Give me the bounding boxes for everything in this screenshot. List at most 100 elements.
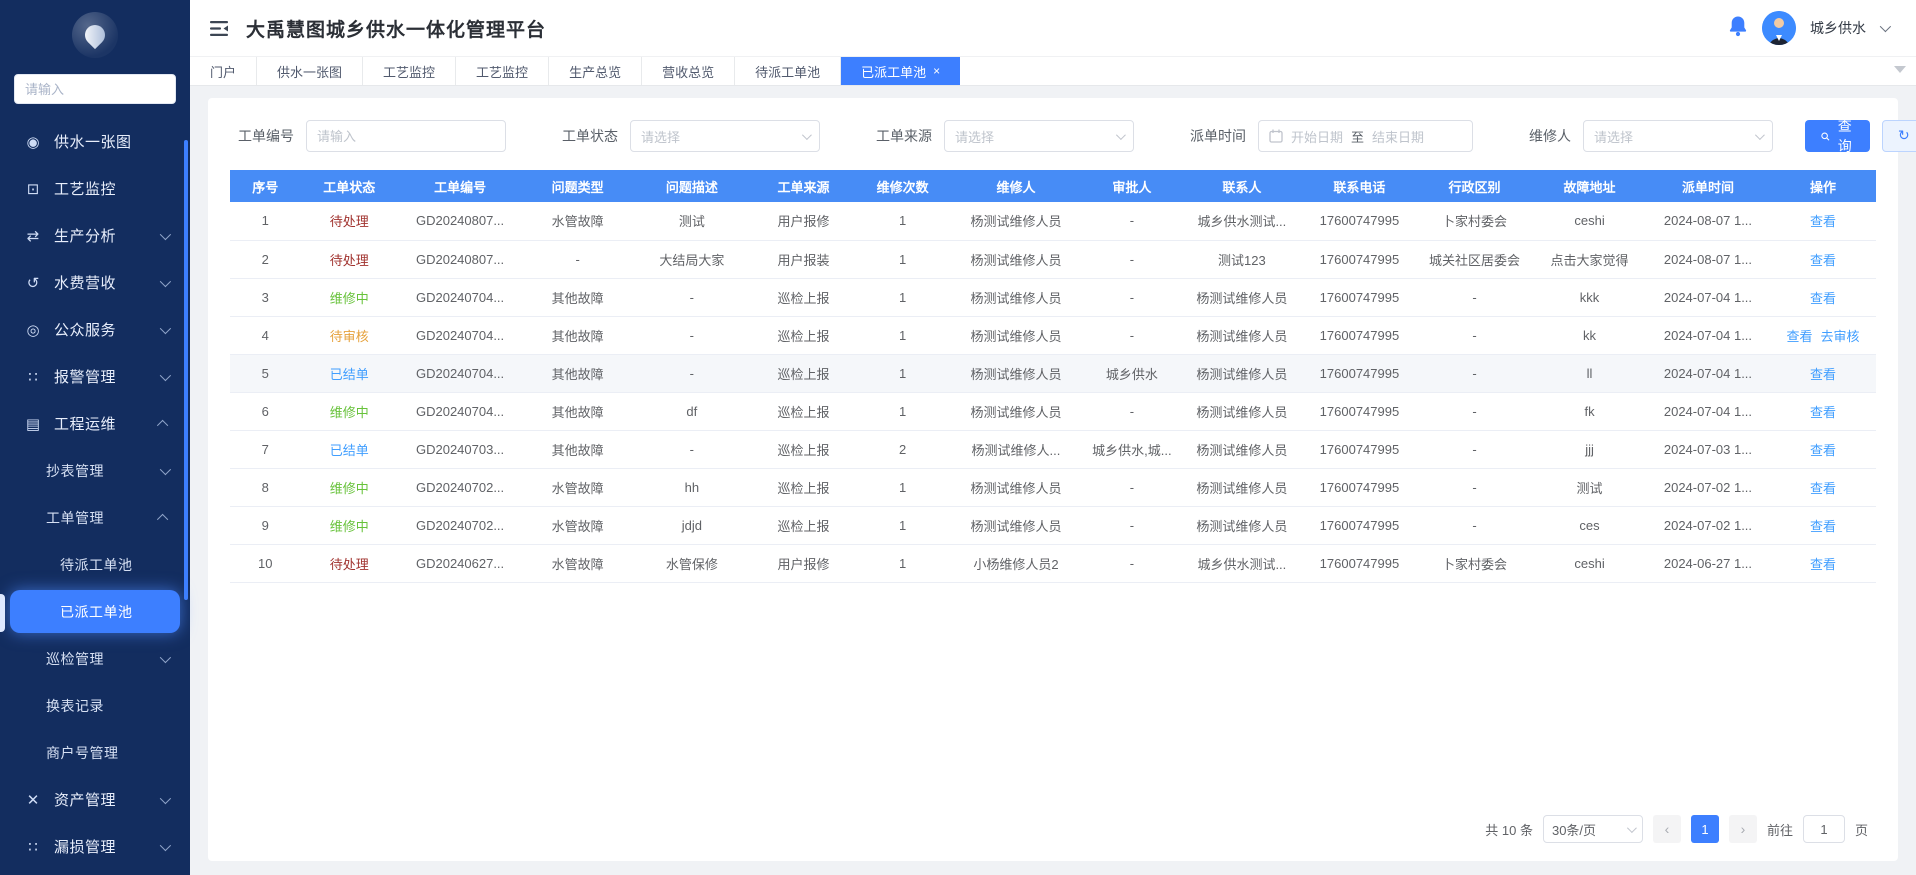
tab-portal[interactable]: 门户 (190, 57, 257, 85)
cell-issue-desc: - (633, 278, 751, 316)
alarm-icon: ∷ (24, 368, 42, 386)
tab-process-monitor-2[interactable]: 工艺监控 (456, 57, 549, 85)
order-source-select[interactable]: 请选择 (944, 120, 1134, 152)
cell-status: 待处理 (301, 544, 398, 582)
column-header: 联系人 (1181, 170, 1304, 202)
cell-dispatch-time: 2024-07-04 1... (1646, 392, 1770, 430)
sidebar-search-input[interactable] (14, 74, 176, 104)
view-link[interactable]: 查看 (1810, 291, 1836, 306)
cell-actions: 查看去审核 (1770, 316, 1876, 354)
cell-district: - (1416, 316, 1534, 354)
tab-supply-map[interactable]: 供水一张图 (257, 57, 363, 85)
go-review-link[interactable]: 去审核 (1821, 329, 1860, 344)
order-no-input[interactable] (306, 120, 506, 152)
prev-page-button[interactable]: ‹ (1653, 815, 1681, 843)
cell-source: 巡检上报 (751, 354, 857, 392)
view-link[interactable]: 查看 (1810, 253, 1836, 268)
tab-revenue-overview[interactable]: 营收总览 (642, 57, 735, 85)
cell-phone: 17600747995 (1303, 430, 1416, 468)
view-link[interactable]: 查看 (1810, 557, 1836, 572)
cell-seq: 2 (230, 240, 301, 278)
cell-fault-address: fk (1533, 392, 1646, 430)
sidebar-item-leakage-management[interactable]: ∷漏损管理 (0, 823, 190, 870)
sidebar-item-process-monitor[interactable]: ⊡工艺监控 (0, 165, 190, 212)
tab-list-dropdown-icon[interactable] (1894, 66, 1906, 73)
cell-issue-type: 水管故障 (522, 544, 633, 582)
sidebar-item-label: 水费营收 (54, 272, 160, 293)
cell-actions: 查看 (1770, 202, 1876, 240)
order-status-select[interactable]: 请选择 (630, 120, 820, 152)
view-link[interactable]: 查看 (1810, 443, 1836, 458)
chevron-down-icon (1755, 130, 1765, 140)
tab-process-monitor-1[interactable]: 工艺监控 (363, 57, 456, 85)
user-name[interactable]: 城乡供水 (1810, 18, 1866, 38)
chevron-down-icon[interactable] (1880, 21, 1891, 32)
cell-approver: - (1083, 278, 1180, 316)
table-body: 1待处理GD20240807...水管故障测试用户报修1杨测试维修人员-城乡供水… (230, 202, 1876, 582)
tab-label: 生产总览 (569, 62, 621, 81)
cell-status: 已结单 (301, 430, 398, 468)
sidebar-item-meter-reading[interactable]: 抄表管理 (0, 447, 190, 494)
cell-order-no: GD20240627... (398, 544, 522, 582)
cell-issue-desc: 大结局大家 (633, 240, 751, 278)
cell-issue-desc: hh (633, 468, 751, 506)
sidebar-item-meter-replacement[interactable]: 换表记录 (0, 682, 190, 729)
sidebar-item-alarm-management[interactable]: ∷报警管理 (0, 353, 190, 400)
page-size-select[interactable]: 30条/页 (1543, 815, 1643, 843)
sidebar-item-label: 供水一张图 (54, 131, 190, 152)
current-page-button[interactable]: 1 (1691, 815, 1719, 843)
sidebar-item-inspection-management[interactable]: 巡检管理 (0, 635, 190, 682)
dispatch-time-label: 派单时间 (1190, 126, 1246, 146)
page-size-value: 30条/页 (1552, 820, 1596, 839)
tab-label: 工艺监控 (476, 62, 528, 81)
sidebar-item-engineering-ops[interactable]: ▤工程运维 (0, 400, 190, 447)
view-link[interactable]: 查看 (1810, 405, 1836, 420)
cell-contact: 城乡供水测试... (1181, 202, 1304, 240)
sidebar-item-supply-map[interactable]: ◉供水一张图 (0, 118, 190, 165)
notification-bell-icon[interactable] (1728, 15, 1748, 42)
cell-order-no: GD20240702... (398, 506, 522, 544)
repairer-select[interactable]: 请选择 (1583, 120, 1773, 152)
cell-source: 巡检上报 (751, 468, 857, 506)
sidebar-item-asset-management[interactable]: ✕资产管理 (0, 776, 190, 823)
table-header: 序号工单状态工单编号问题类型问题描述工单来源维修次数维修人审批人联系人联系电话行… (230, 170, 1876, 202)
cell-issue-desc: 水管保修 (633, 544, 751, 582)
tab-label: 工艺监控 (383, 62, 435, 81)
cell-actions: 查看 (1770, 354, 1876, 392)
cell-contact: 城乡供水测试... (1181, 544, 1304, 582)
close-tab-icon[interactable]: × (933, 65, 940, 77)
tab-production-overview[interactable]: 生产总览 (549, 57, 642, 85)
tab-pending-dispatch-pool[interactable]: 待派工单池 (735, 57, 841, 85)
cell-district: 城关社区居委会 (1416, 240, 1534, 278)
tab-dispatched-pool[interactable]: 已派工单池× (841, 57, 960, 85)
view-link[interactable]: 查看 (1810, 481, 1836, 496)
sidebar-scrollbar[interactable] (184, 140, 188, 600)
column-header: 工单编号 (398, 170, 522, 202)
view-link[interactable]: 查看 (1787, 329, 1813, 344)
search-button[interactable]: 查询 (1805, 120, 1870, 152)
goto-label: 前往 (1767, 820, 1793, 839)
sidebar-item-label: 抄表管理 (46, 461, 160, 481)
sidebar-item-label: 漏损管理 (54, 836, 160, 857)
sidebar-item-water-fee-revenue[interactable]: ↺水费营收 (0, 259, 190, 306)
collapse-sidebar-icon[interactable] (210, 21, 228, 36)
sidebar-item-public-service[interactable]: ◎公众服务 (0, 306, 190, 353)
avatar[interactable] (1762, 11, 1796, 45)
sidebar-item-work-order[interactable]: 工单管理 (0, 494, 190, 541)
sidebar-item-production-analysis[interactable]: ⇄生产分析 (0, 212, 190, 259)
view-link[interactable]: 查看 (1810, 367, 1836, 382)
dispatch-time-range-picker[interactable]: 开始日期 至 结束日期 (1258, 120, 1473, 152)
view-link[interactable]: 查看 (1810, 214, 1836, 229)
cell-issue-type: 其他故障 (522, 316, 633, 354)
sidebar-item-merchant-management[interactable]: 商户号管理 (0, 729, 190, 776)
column-header: 派单时间 (1646, 170, 1770, 202)
next-page-button[interactable]: › (1729, 815, 1757, 843)
sidebar-item-dispatched-pool[interactable]: 已派工单池 (10, 590, 180, 633)
view-link[interactable]: 查看 (1810, 519, 1836, 534)
goto-page-input[interactable] (1803, 815, 1845, 843)
cell-approver: 城乡供水,城... (1083, 430, 1180, 468)
reset-button[interactable]: ↻ 重置 (1882, 120, 1916, 152)
sidebar-item-pending-dispatch-pool[interactable]: 待派工单池 (0, 541, 190, 588)
cell-seq: 5 (230, 354, 301, 392)
cell-phone: 17600747995 (1303, 240, 1416, 278)
